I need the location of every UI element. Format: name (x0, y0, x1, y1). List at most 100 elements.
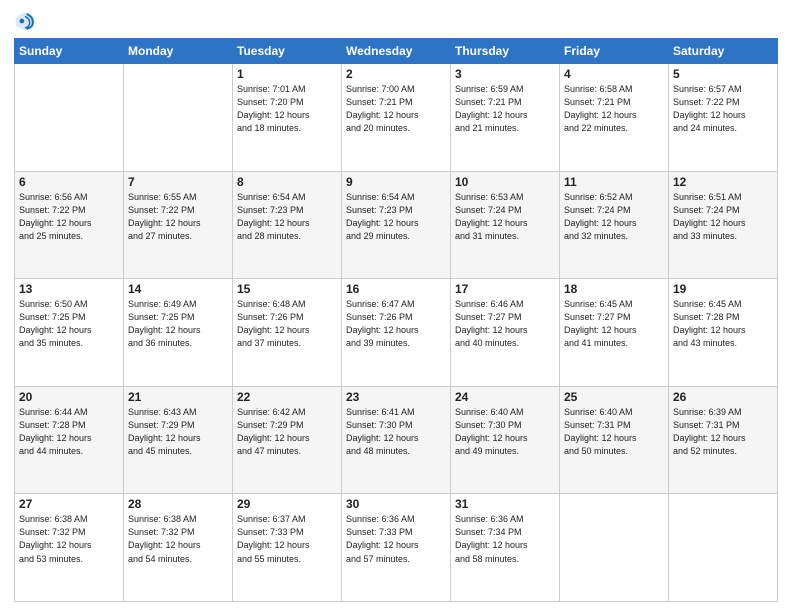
calendar-cell: 1Sunrise: 7:01 AMSunset: 7:20 PMDaylight… (233, 64, 342, 172)
day-number: 7 (128, 175, 228, 189)
day-number: 26 (673, 390, 773, 404)
calendar-header: SundayMondayTuesdayWednesdayThursdayFrid… (15, 39, 778, 64)
weekday-header-row: SundayMondayTuesdayWednesdayThursdayFrid… (15, 39, 778, 64)
weekday-header-tuesday: Tuesday (233, 39, 342, 64)
day-number: 29 (237, 497, 337, 511)
day-number: 18 (564, 282, 664, 296)
day-number: 3 (455, 67, 555, 81)
day-number: 20 (19, 390, 119, 404)
calendar-cell: 15 Sunrise: 6:48 AMSunset: 7:26 PMDayligh… (233, 279, 342, 387)
calendar-cell: 14Sunrise: 6:49 AMSunset: 7:25 PMDayligh… (124, 279, 233, 387)
calendar-week-5: 27 Sunrise: 6:38 AMSunset: 7:32 PMDayligh… (15, 494, 778, 602)
calendar-cell: 16 Sunrise: 6:47 AMSunset: 7:26 PMDayligh… (342, 279, 451, 387)
day-info: Sunrise: 6:57 AMSunset: 7:22 PMDaylight:… (673, 83, 773, 135)
calendar-cell: 22 Sunrise: 6:42 AMSunset: 7:29 PMDayligh… (233, 386, 342, 494)
day-number: 15 (237, 282, 337, 296)
weekday-header-thursday: Thursday (451, 39, 560, 64)
calendar-cell: 19Sunrise: 6:45 AMSunset: 7:28 PMDayligh… (669, 279, 778, 387)
day-info: Sunrise: 6:54 AMSunset: 7:23 PMDaylight:… (237, 191, 337, 243)
weekday-header-monday: Monday (124, 39, 233, 64)
day-info: Sunrise: 6:42 AMSunset: 7:29 PMDaylight:… (237, 406, 337, 458)
calendar-cell: 8 Sunrise: 6:54 AMSunset: 7:23 PMDaylight… (233, 171, 342, 279)
day-info: Sunrise: 6:55 AMSunset: 7:22 PMDaylight:… (128, 191, 228, 243)
day-number: 28 (128, 497, 228, 511)
calendar-cell: 26 Sunrise: 6:39 AMSunset: 7:31 PMDayligh… (669, 386, 778, 494)
page: SundayMondayTuesdayWednesdayThursdayFrid… (0, 0, 792, 612)
day-info: Sunrise: 6:38 AMSunset: 7:32 PMDaylight:… (128, 513, 228, 565)
day-number: 27 (19, 497, 119, 511)
day-info: Sunrise: 6:47 AMSunset: 7:26 PMDaylight:… (346, 298, 446, 350)
calendar-cell: 31 Sunrise: 6:36 AMSunset: 7:34 PMDayligh… (451, 494, 560, 602)
day-number: 4 (564, 67, 664, 81)
day-info: Sunrise: 6:46 AMSunset: 7:27 PMDaylight:… (455, 298, 555, 350)
day-info: Sunrise: 6:39 AMSunset: 7:31 PMDaylight:… (673, 406, 773, 458)
day-number: 16 (346, 282, 446, 296)
calendar-week-3: 13Sunrise: 6:50 AMSunset: 7:25 PMDayligh… (15, 279, 778, 387)
day-number: 8 (237, 175, 337, 189)
day-info: Sunrise: 6:56 AMSunset: 7:22 PMDaylight:… (19, 191, 119, 243)
day-number: 19 (673, 282, 773, 296)
calendar-cell: 29 Sunrise: 6:37 AMSunset: 7:33 PMDayligh… (233, 494, 342, 602)
day-number: 6 (19, 175, 119, 189)
day-number: 11 (564, 175, 664, 189)
calendar-week-1: 1Sunrise: 7:01 AMSunset: 7:20 PMDaylight… (15, 64, 778, 172)
calendar-cell (124, 64, 233, 172)
weekday-header-saturday: Saturday (669, 39, 778, 64)
day-info: Sunrise: 6:40 AMSunset: 7:31 PMDaylight:… (564, 406, 664, 458)
calendar-cell: 6 Sunrise: 6:56 AMSunset: 7:22 PMDaylight… (15, 171, 124, 279)
calendar-cell: 25Sunrise: 6:40 AMSunset: 7:31 PMDayligh… (560, 386, 669, 494)
calendar-cell: 17 Sunrise: 6:46 AMSunset: 7:27 PMDayligh… (451, 279, 560, 387)
calendar-cell: 24Sunrise: 6:40 AMSunset: 7:30 PMDayligh… (451, 386, 560, 494)
calendar-cell: 4 Sunrise: 6:58 AMSunset: 7:21 PMDaylight… (560, 64, 669, 172)
day-info: Sunrise: 6:48 AMSunset: 7:26 PMDaylight:… (237, 298, 337, 350)
day-number: 31 (455, 497, 555, 511)
calendar-cell: 21Sunrise: 6:43 AMSunset: 7:29 PMDayligh… (124, 386, 233, 494)
calendar-body: 1Sunrise: 7:01 AMSunset: 7:20 PMDaylight… (15, 64, 778, 602)
day-number: 17 (455, 282, 555, 296)
calendar-cell: 5 Sunrise: 6:57 AMSunset: 7:22 PMDaylight… (669, 64, 778, 172)
day-info: Sunrise: 6:37 AMSunset: 7:33 PMDaylight:… (237, 513, 337, 565)
day-info: Sunrise: 6:36 AMSunset: 7:34 PMDaylight:… (455, 513, 555, 565)
day-info: Sunrise: 6:41 AMSunset: 7:30 PMDaylight:… (346, 406, 446, 458)
calendar-cell (560, 494, 669, 602)
calendar-cell: 28 Sunrise: 6:38 AMSunset: 7:32 PMDayligh… (124, 494, 233, 602)
day-info: Sunrise: 6:53 AMSunset: 7:24 PMDaylight:… (455, 191, 555, 243)
day-info: Sunrise: 6:52 AMSunset: 7:24 PMDaylight:… (564, 191, 664, 243)
day-info: Sunrise: 6:51 AMSunset: 7:24 PMDaylight:… (673, 191, 773, 243)
day-number: 22 (237, 390, 337, 404)
calendar-cell: 7 Sunrise: 6:55 AMSunset: 7:22 PMDaylight… (124, 171, 233, 279)
day-number: 9 (346, 175, 446, 189)
calendar-cell: 13Sunrise: 6:50 AMSunset: 7:25 PMDayligh… (15, 279, 124, 387)
day-number: 23 (346, 390, 446, 404)
logo-icon (14, 10, 36, 32)
calendar-cell: 11 Sunrise: 6:52 AMSunset: 7:24 PMDayligh… (560, 171, 669, 279)
logo (14, 10, 40, 32)
calendar-week-2: 6 Sunrise: 6:56 AMSunset: 7:22 PMDaylight… (15, 171, 778, 279)
day-info: Sunrise: 6:44 AMSunset: 7:28 PMDaylight:… (19, 406, 119, 458)
day-info: Sunrise: 6:36 AMSunset: 7:33 PMDaylight:… (346, 513, 446, 565)
calendar-table: SundayMondayTuesdayWednesdayThursdayFrid… (14, 38, 778, 602)
calendar-cell (669, 494, 778, 602)
calendar-cell: 23 Sunrise: 6:41 AMSunset: 7:30 PMDayligh… (342, 386, 451, 494)
calendar-cell (15, 64, 124, 172)
weekday-header-wednesday: Wednesday (342, 39, 451, 64)
day-info: Sunrise: 7:00 AMSunset: 7:21 PMDaylight:… (346, 83, 446, 135)
day-info: Sunrise: 6:54 AMSunset: 7:23 PMDaylight:… (346, 191, 446, 243)
day-number: 10 (455, 175, 555, 189)
calendar-cell: 18Sunrise: 6:45 AMSunset: 7:27 PMDayligh… (560, 279, 669, 387)
day-number: 12 (673, 175, 773, 189)
day-info: Sunrise: 6:40 AMSunset: 7:30 PMDaylight:… (455, 406, 555, 458)
calendar-week-4: 20 Sunrise: 6:44 AMSunset: 7:28 PMDayligh… (15, 386, 778, 494)
day-info: Sunrise: 6:43 AMSunset: 7:29 PMDaylight:… (128, 406, 228, 458)
calendar-cell: 3 Sunrise: 6:59 AMSunset: 7:21 PMDaylight… (451, 64, 560, 172)
calendar-cell: 27 Sunrise: 6:38 AMSunset: 7:32 PMDayligh… (15, 494, 124, 602)
calendar-cell: 20 Sunrise: 6:44 AMSunset: 7:28 PMDayligh… (15, 386, 124, 494)
weekday-header-friday: Friday (560, 39, 669, 64)
day-number: 30 (346, 497, 446, 511)
day-info: Sunrise: 6:58 AMSunset: 7:21 PMDaylight:… (564, 83, 664, 135)
day-number: 5 (673, 67, 773, 81)
day-info: Sunrise: 6:59 AMSunset: 7:21 PMDaylight:… (455, 83, 555, 135)
day-info: Sunrise: 6:50 AMSunset: 7:25 PMDaylight:… (19, 298, 119, 350)
calendar-cell: 2Sunrise: 7:00 AMSunset: 7:21 PMDaylight… (342, 64, 451, 172)
day-info: Sunrise: 6:38 AMSunset: 7:32 PMDaylight:… (19, 513, 119, 565)
